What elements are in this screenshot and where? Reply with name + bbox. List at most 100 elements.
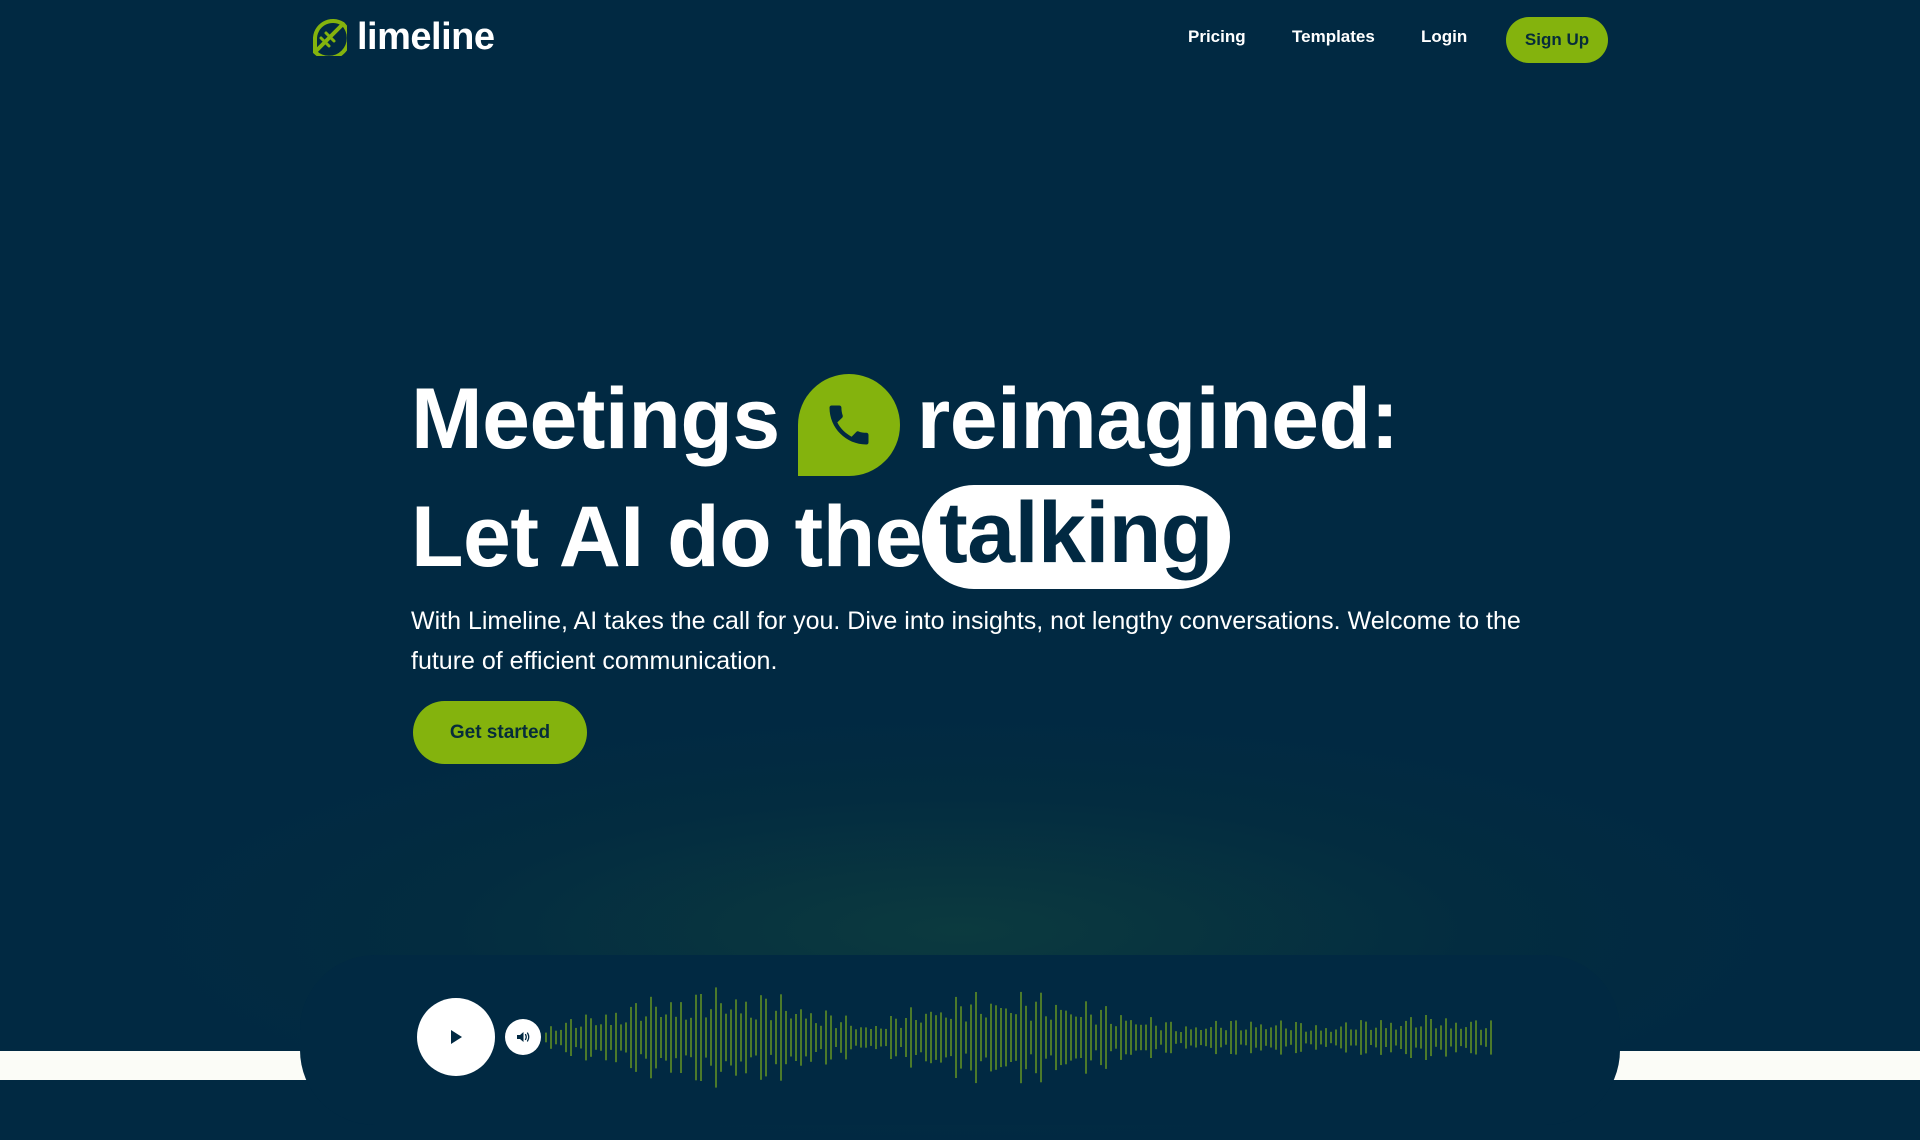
- headline-word-meetings: Meetings: [411, 371, 780, 467]
- waveform-bar: [565, 1022, 567, 1053]
- waveform-bar: [720, 1003, 722, 1072]
- waveform-bar: [1140, 1024, 1142, 1051]
- volume-button[interactable]: [505, 1019, 541, 1055]
- waveform-bar: [1385, 1028, 1387, 1047]
- waveform-bar: [970, 1004, 972, 1071]
- waveform-bar: [1430, 1019, 1432, 1057]
- waveform-bar: [775, 1010, 777, 1065]
- waveform-bar: [790, 1018, 792, 1057]
- waveform-bar: [830, 1015, 832, 1060]
- nav-link-pricing[interactable]: Pricing: [1188, 27, 1246, 47]
- audio-waveform[interactable]: [545, 980, 1495, 1095]
- waveform-bar: [770, 1020, 772, 1055]
- waveform-bar: [630, 1006, 632, 1069]
- waveform-bar: [1490, 1020, 1492, 1055]
- waveform-bar: [710, 1009, 712, 1066]
- waveform-bar: [760, 995, 762, 1080]
- waveform-bar: [860, 1027, 862, 1048]
- waveform-bar: [1055, 1004, 1057, 1071]
- waveform-bar: [910, 1007, 912, 1068]
- waveform-bar: [780, 994, 782, 1081]
- waveform-bar: [635, 1003, 637, 1072]
- waveform-bar: [1450, 1028, 1452, 1047]
- waveform-bar: [715, 987, 717, 1088]
- waveform-bar: [595, 1025, 597, 1050]
- waveform-bar: [895, 1018, 897, 1057]
- waveform-bar: [700, 994, 702, 1081]
- waveform-bar: [1305, 1031, 1307, 1044]
- waveform-bar: [1180, 1032, 1182, 1044]
- waveform-bar: [945, 1017, 947, 1058]
- waveform-bar: [1220, 1027, 1222, 1048]
- waveform-bar: [1415, 1027, 1417, 1048]
- waveform-bar: [575, 1027, 577, 1048]
- waveform-bar: [975, 992, 977, 1084]
- waveform-bar: [685, 1019, 687, 1056]
- waveform-bar: [640, 1020, 642, 1055]
- waveform-bar: [1330, 1031, 1332, 1044]
- play-button[interactable]: [417, 998, 495, 1076]
- waveform-bar: [1435, 1028, 1437, 1047]
- waveform-bar: [955, 996, 957, 1078]
- waveform-bar: [1420, 1026, 1422, 1049]
- get-started-button[interactable]: Get started: [413, 701, 587, 764]
- waveform-bar: [1480, 1029, 1482, 1046]
- waveform-bar: [1460, 1028, 1462, 1047]
- waveform-bar: [1165, 1022, 1167, 1053]
- waveform-bar: [1355, 1029, 1357, 1046]
- waveform-bar: [1300, 1023, 1302, 1052]
- nav-link-login[interactable]: Login: [1421, 27, 1467, 47]
- waveform-bar: [785, 1010, 787, 1065]
- waveform-bar: [1345, 1022, 1347, 1053]
- waveform-bar: [885, 1028, 887, 1047]
- waveform-bar: [1005, 1008, 1007, 1067]
- top-navigation: limeline Pricing Templates Login Sign Up: [0, 0, 1920, 80]
- waveform-bar: [1260, 1024, 1262, 1051]
- waveform-bar: [1310, 1030, 1312, 1045]
- waveform-bar: [1320, 1030, 1322, 1045]
- waveform-bar: [840, 1022, 842, 1053]
- waveform-bar: [1405, 1020, 1407, 1055]
- headline-line-2: Let AI do the: [411, 489, 923, 585]
- waveform-bar: [930, 1011, 932, 1064]
- waveform-bar: [1075, 1016, 1077, 1059]
- sign-up-button[interactable]: Sign Up: [1506, 17, 1608, 63]
- waveform-bar: [550, 1026, 552, 1049]
- waveform-bar: [1020, 991, 1022, 1084]
- waveform-bar: [585, 1014, 587, 1061]
- waveform-bar: [675, 1016, 677, 1059]
- waveform-bar: [570, 1019, 572, 1056]
- waveform-bar: [1365, 1021, 1367, 1054]
- waveform-bar: [890, 1016, 892, 1059]
- waveform-bar: [1215, 1020, 1217, 1055]
- nav-link-templates[interactable]: Templates: [1292, 27, 1375, 47]
- waveform-bar: [1425, 1015, 1427, 1060]
- waveform-bar: [1265, 1029, 1267, 1046]
- waveform-bar: [1485, 1028, 1487, 1047]
- waveform-bar: [1375, 1027, 1377, 1048]
- waveform-bar: [655, 1006, 657, 1069]
- waveform-bar: [1000, 1008, 1002, 1068]
- waveform-bar: [1095, 1024, 1097, 1051]
- waveform-bar: [1015, 1014, 1017, 1061]
- waveform-bar: [995, 1005, 997, 1070]
- waveform-bar: [1390, 1022, 1392, 1053]
- waveform-bar: [745, 1001, 747, 1074]
- waveform-bar: [1050, 1019, 1052, 1056]
- waveform-bar: [1400, 1026, 1402, 1049]
- waveform-bar: [1110, 1023, 1112, 1052]
- waveform-bar: [1160, 1030, 1162, 1045]
- waveform-bar: [750, 1017, 752, 1058]
- waveform-bar: [1335, 1029, 1337, 1046]
- waveform-bar: [1445, 1018, 1447, 1057]
- waveform-bar: [1270, 1027, 1272, 1048]
- waveform-bar: [705, 1017, 707, 1058]
- waveform-bar: [1135, 1024, 1137, 1051]
- waveform-bar: [915, 1020, 917, 1055]
- waveform-bar: [1060, 1009, 1062, 1066]
- waveform-bar: [1190, 1029, 1192, 1046]
- waveform-bar: [1195, 1027, 1197, 1048]
- waveform-bar: [740, 1013, 742, 1062]
- waveform-bar: [600, 1024, 602, 1051]
- waveform-bar: [610, 1025, 612, 1050]
